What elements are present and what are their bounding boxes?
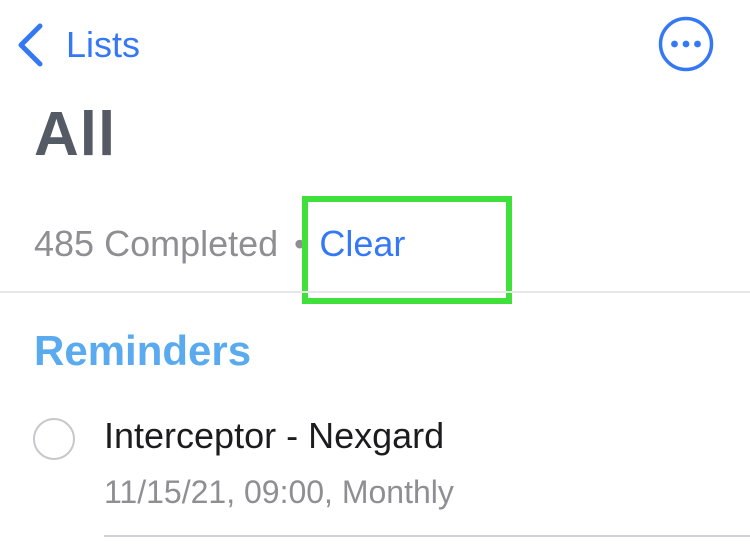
chevron-left-icon (16, 22, 44, 68)
header-divider (0, 291, 750, 293)
reminder-title[interactable]: Interceptor - Nexgard (104, 418, 444, 454)
back-button-label: Lists (66, 24, 141, 65)
reminder-complete-toggle[interactable] (33, 418, 75, 460)
clear-completed-button[interactable]: Clear (319, 226, 405, 262)
back-button[interactable]: Lists (16, 20, 140, 70)
completed-count: 485 Completed (34, 223, 279, 264)
ellipsis-circle-icon (658, 16, 714, 72)
completed-summary: 485 Completed • Clear (34, 222, 405, 266)
separator-dot: • (294, 226, 306, 262)
section-title-reminders: Reminders (34, 327, 252, 374)
row-divider (104, 535, 750, 537)
more-options-button[interactable] (658, 16, 714, 72)
page-title: All (34, 100, 117, 169)
reminder-details: 11/15/21, 09:00, Monthly (104, 474, 454, 510)
